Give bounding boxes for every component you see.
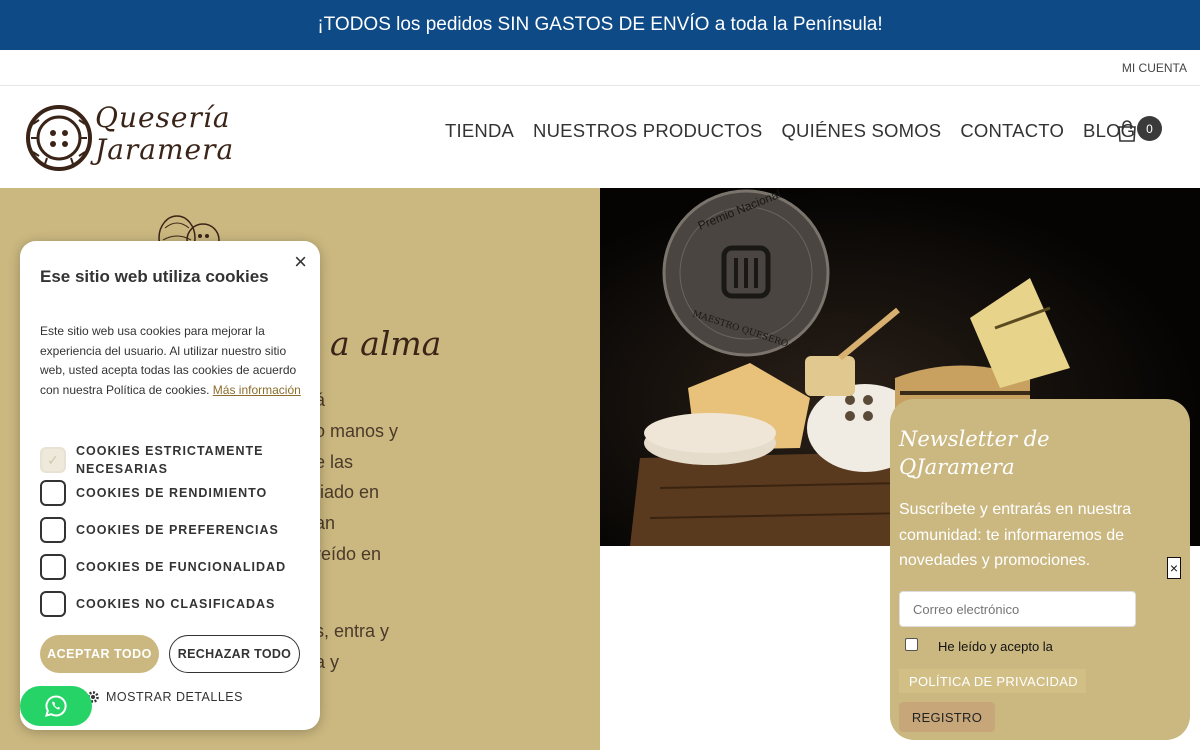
cookie-option-necessary[interactable]: ✓ COOKIES ESTRICTAMENTE NECESARIAS (40, 442, 276, 478)
cart-count-badge: 0 (1137, 116, 1162, 141)
shopping-bag-icon (1118, 120, 1136, 142)
accept-all-button[interactable]: ACEPTAR TODO (40, 635, 159, 673)
whatsapp-button[interactable] (20, 686, 92, 726)
privacy-policy-link[interactable]: POLÍTICA DE PRIVACIDAD (899, 669, 1086, 693)
newsletter-title: Newsletter de QJaramera (899, 427, 1050, 479)
whatsapp-icon (45, 695, 67, 717)
logo-line-1: Quesería (95, 101, 231, 134)
checkbox-functionality[interactable] (40, 554, 66, 580)
close-icon[interactable]: × (294, 249, 307, 275)
show-details-button[interactable]: MOSTRAR DETALLES (86, 690, 243, 704)
register-button[interactable]: REGISTRO (899, 702, 995, 732)
account-bar: MI CUENTA (0, 50, 1200, 86)
main-nav: TIENDA NUESTROS PRODUCTOS QUIÉNES SOMOS … (445, 120, 1154, 142)
checkbox-preferences[interactable] (40, 517, 66, 543)
hero-heading: a alma (330, 324, 442, 363)
hero-text-line: reído en (315, 544, 382, 564)
cookie-option-label: COOKIES NO CLASIFICADAS (76, 597, 276, 611)
checkbox-necessary: ✓ (40, 447, 66, 473)
cookie-title: Ese sitio web utiliza cookies (40, 267, 269, 286)
nav-item-quienes-somos[interactable]: QUIÉNES SOMOS (781, 120, 941, 142)
cookie-option-label: COOKIES DE RENDIMIENTO (76, 486, 268, 500)
checkbox-performance[interactable] (40, 480, 66, 506)
cookie-option-label: COOKIES DE FUNCIONALIDAD (76, 560, 287, 574)
site-header: Quesería Jaramera TIENDA NUESTROS PRODUC… (0, 86, 1200, 188)
hero-text-line: fiado en (315, 482, 380, 502)
cookie-consent-panel: × Ese sitio web utiliza cookies Este sit… (20, 241, 320, 730)
nav-item-tienda[interactable]: TIENDA (445, 120, 514, 142)
cart-button[interactable]: 0 (1117, 116, 1167, 146)
newsletter-close-icon[interactable]: × (1167, 557, 1181, 579)
more-info-link[interactable]: Más información (213, 383, 301, 397)
my-account-link[interactable]: MI CUENTA (1122, 61, 1187, 75)
nav-item-nuestros-productos[interactable]: NUESTROS PRODUCTOS (533, 120, 762, 142)
privacy-consent-checkbox[interactable] (905, 638, 918, 651)
nav-item-contacto[interactable]: CONTACTO (960, 120, 1064, 142)
cookie-option-functionality[interactable]: COOKIES DE FUNCIONALIDAD (40, 554, 286, 580)
hero-text-line: o manos y (315, 421, 399, 441)
email-field[interactable] (899, 591, 1136, 627)
cookie-option-unclassified[interactable]: COOKIES NO CLASIFICADAS (40, 591, 275, 617)
promo-bar: ¡TODOS los pedidos SIN GASTOS DE ENVÍO a… (0, 0, 1200, 50)
logo-wordmark: Quesería Jaramera (95, 102, 234, 166)
promo-text: ¡TODOS los pedidos SIN GASTOS DE ENVÍO a… (317, 14, 883, 35)
cookie-option-performance[interactable]: COOKIES DE RENDIMIENTO (40, 480, 267, 506)
show-details-label: MOSTRAR DETALLES (106, 690, 243, 704)
checkbox-unclassified[interactable] (40, 591, 66, 617)
cheese-wheel-logo-icon (26, 105, 92, 171)
hero-text-line: e las (315, 452, 354, 472)
cookie-description: Este sitio web usa cookies para mejorar … (40, 322, 302, 401)
cookie-option-label: COOKIES ESTRICTAMENTE NECESARIAS (76, 444, 264, 476)
logo-line-2: Jaramera (95, 133, 235, 166)
hero-text-line: s, entra y (315, 621, 390, 641)
newsletter-popup: Newsletter de QJaramera Suscríbete y ent… (890, 399, 1190, 740)
logo[interactable]: Quesería Jaramera (25, 100, 233, 174)
cookie-option-preferences[interactable]: COOKIES DE PREFERENCIAS (40, 517, 279, 543)
newsletter-description: Suscríbete y entrarás en nuestra comunid… (899, 501, 1132, 569)
cookie-option-label: COOKIES DE PREFERENCIAS (76, 523, 279, 537)
privacy-consent-label: He leído y acepto la (938, 639, 1053, 654)
reject-all-button[interactable]: RECHAZAR TODO (169, 635, 300, 673)
